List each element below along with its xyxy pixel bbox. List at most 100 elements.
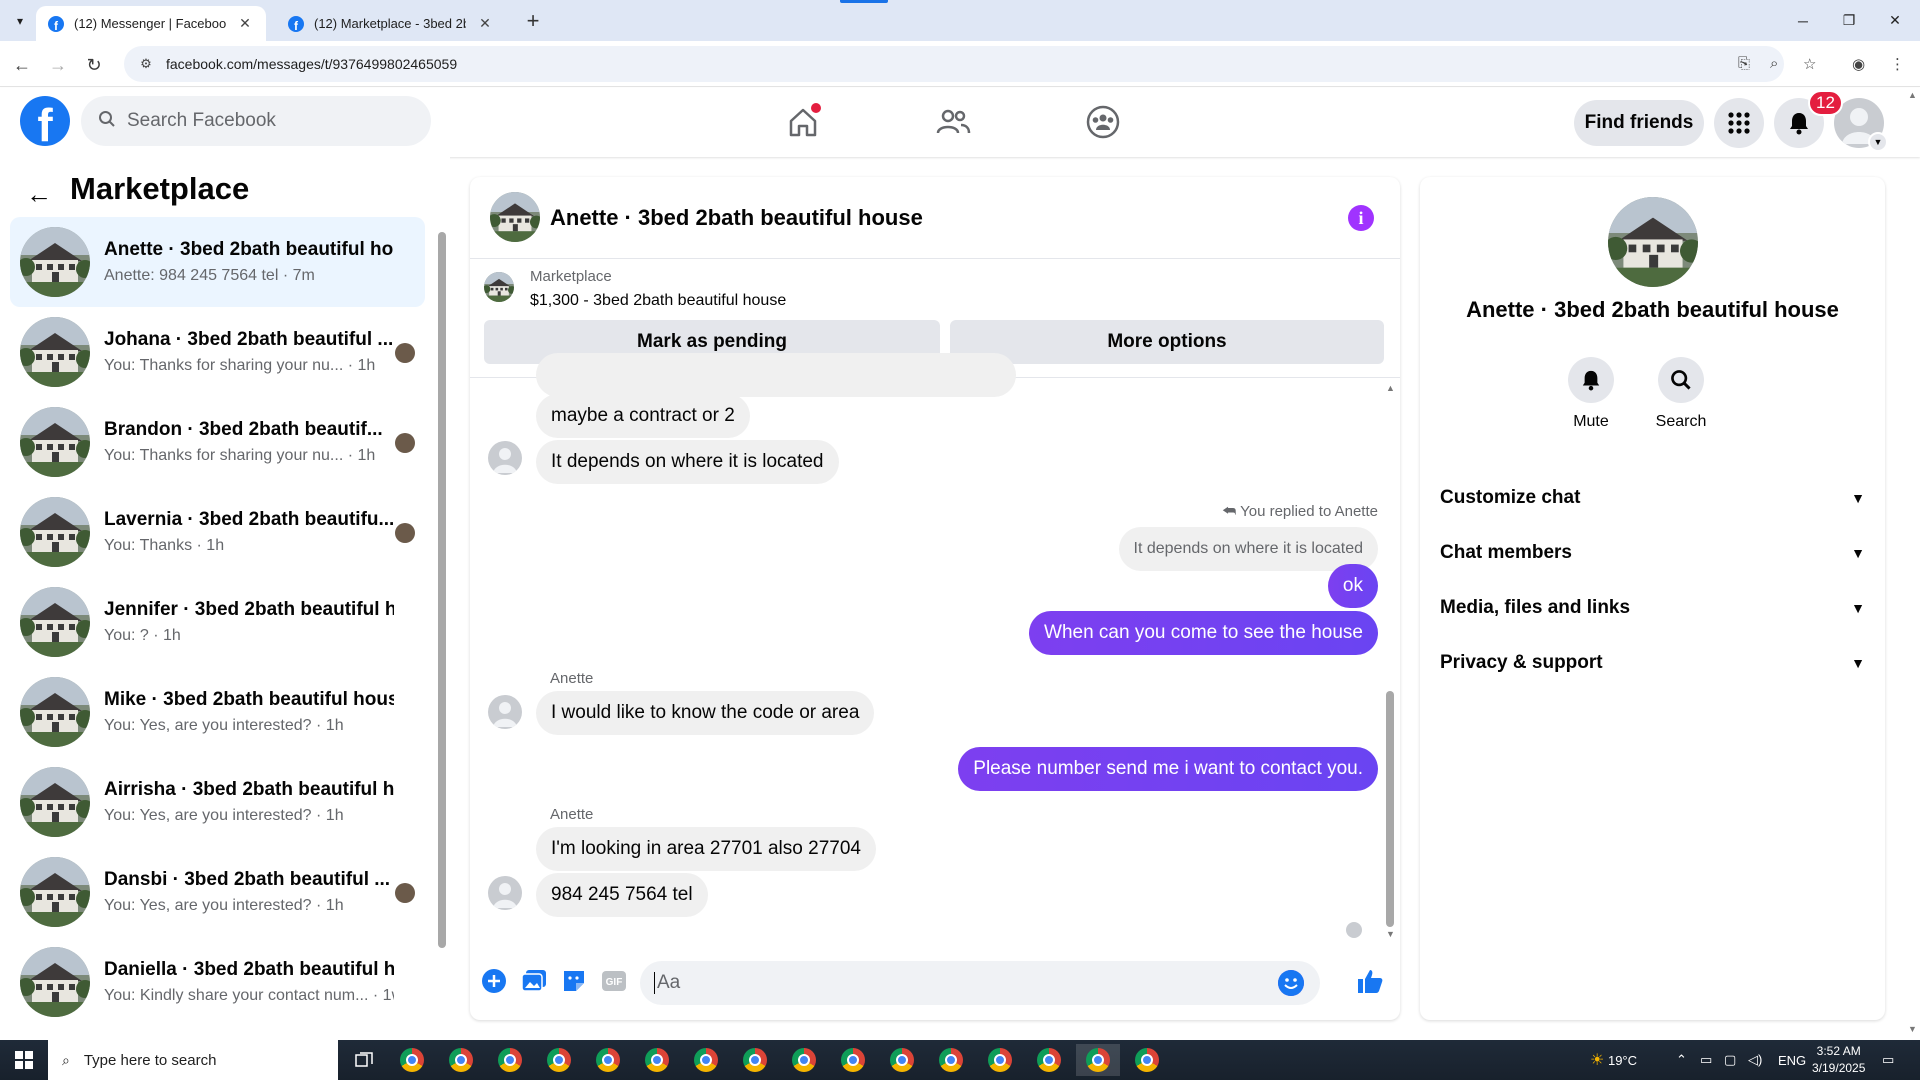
- message-bubble-outgoing[interactable]: ok: [1327, 564, 1378, 608]
- media-files-links-section[interactable]: Media, files and links ▼: [1440, 588, 1865, 628]
- taskbar-search-box[interactable]: ⌕ Type here to search: [48, 1040, 338, 1080]
- message-bubble-incoming[interactable]: maybe a contract or 2: [536, 394, 750, 438]
- notification-center-icon[interactable]: ▭: [1882, 1040, 1894, 1080]
- network-icon[interactable]: ▭: [1700, 1040, 1712, 1080]
- zoom-icon[interactable]: ⌕: [1770, 55, 1778, 72]
- language-indicator[interactable]: ENG: [1778, 1040, 1806, 1080]
- taskbar-chrome-app[interactable]: [1027, 1044, 1071, 1076]
- message-input[interactable]: Aa: [640, 961, 1320, 1005]
- conversation-item[interactable]: Johana · 3bed 2bath beautiful ... You: Th…: [10, 307, 425, 397]
- photo-icon[interactable]: [520, 967, 548, 995]
- conversation-item[interactable]: Mike · 3bed 2bath beautiful house You: Ye…: [10, 667, 425, 757]
- browser-tab-messenger[interactable]: f (12) Messenger | Facebook ✕: [36, 6, 266, 41]
- taskbar-chrome-app[interactable]: [880, 1044, 924, 1076]
- taskbar-chrome-app[interactable]: [684, 1044, 728, 1076]
- close-window-icon[interactable]: ✕: [1872, 0, 1918, 41]
- search-in-chat-button[interactable]: Search: [1641, 357, 1721, 431]
- message-bubble-outgoing[interactable]: Please number send me i want to contact …: [958, 747, 1378, 791]
- conversation-item[interactable]: Jennifer · 3bed 2bath beautiful h... You:…: [10, 577, 425, 667]
- chat-avatar[interactable]: [490, 192, 540, 242]
- bookmark-star-icon[interactable]: ☆: [1803, 55, 1816, 73]
- mute-button[interactable]: Mute: [1551, 357, 1631, 431]
- back-icon[interactable]: ←: [8, 51, 36, 79]
- taskbar-chrome-app[interactable]: [1076, 1044, 1120, 1076]
- sender-avatar[interactable]: [488, 695, 522, 729]
- taskbar-chrome-app[interactable]: [978, 1044, 1022, 1076]
- message-bubble-partial[interactable]: [536, 353, 1016, 397]
- profile-icon[interactable]: ◉: [1852, 55, 1865, 73]
- conversation-item[interactable]: Daniella · 3bed 2bath beautiful h... You:…: [10, 937, 425, 1027]
- facebook-logo[interactable]: f: [20, 96, 70, 146]
- conversation-item[interactable]: Airrisha · 3bed 2bath beautiful h... You:…: [10, 757, 425, 847]
- forward-icon[interactable]: →: [44, 51, 72, 79]
- taskbar-chrome-app[interactable]: [439, 1044, 483, 1076]
- plus-circle-icon[interactable]: [480, 967, 508, 995]
- facebook-search-box[interactable]: Search Facebook: [81, 96, 431, 146]
- listing-price[interactable]: $1,300 - 3bed 2bath beautiful house: [530, 292, 786, 310]
- taskbar-chrome-app[interactable]: [831, 1044, 875, 1076]
- taskbar-chrome-app[interactable]: [635, 1044, 679, 1076]
- privacy-support-section[interactable]: Privacy & support ▼: [1440, 643, 1865, 683]
- listing-thumbnail[interactable]: [484, 272, 514, 302]
- minimize-icon[interactable]: ─: [1780, 0, 1826, 41]
- taskbar-chrome-app[interactable]: [537, 1044, 581, 1076]
- menu-dots-icon[interactable]: ⋮: [1890, 55, 1905, 73]
- friends-nav-button[interactable]: [923, 100, 983, 144]
- back-arrow-icon[interactable]: ←: [26, 179, 52, 210]
- address-bar[interactable]: ⚙ facebook.com/messages/t/93764998024650…: [124, 46, 1784, 82]
- find-friends-button[interactable]: Find friends: [1574, 100, 1704, 146]
- message-bubble-outgoing[interactable]: When can you come to see the house: [1029, 611, 1378, 655]
- emoji-icon[interactable]: [1278, 970, 1304, 996]
- message-bubble-incoming[interactable]: I would like to know the code or area: [536, 691, 875, 735]
- message-bubble-incoming[interactable]: I'm looking in area 27701 also 27704: [536, 827, 876, 871]
- gif-icon[interactable]: GIF: [600, 967, 628, 995]
- taskbar-chrome-app[interactable]: [1125, 1044, 1169, 1076]
- page-scroll-down-icon[interactable]: ▼: [1908, 1024, 1917, 1034]
- weather-widget[interactable]: ☀ 19°C: [1590, 1040, 1637, 1080]
- site-info-icon[interactable]: ⚙: [132, 56, 160, 72]
- sidebar-scrollbar-thumb[interactable]: [438, 232, 446, 948]
- install-app-icon[interactable]: ⎘: [1738, 55, 1750, 72]
- info-icon[interactable]: i: [1348, 205, 1374, 231]
- display-icon[interactable]: ▢: [1724, 1040, 1736, 1080]
- task-view-icon[interactable]: [342, 1044, 386, 1076]
- new-tab-button[interactable]: +: [520, 8, 546, 34]
- chat-members-section[interactable]: Chat members ▼: [1440, 533, 1865, 573]
- contact-avatar[interactable]: [1608, 197, 1698, 287]
- more-options-button[interactable]: More options: [950, 320, 1384, 364]
- home-nav-button[interactable]: [773, 100, 833, 144]
- groups-nav-button[interactable]: [1073, 100, 1133, 144]
- taskbar-chrome-app[interactable]: [782, 1044, 826, 1076]
- sender-avatar[interactable]: [488, 441, 522, 475]
- sender-avatar[interactable]: [488, 876, 522, 910]
- conversation-item[interactable]: Brandon · 3bed 2bath beautif... You: Than…: [10, 397, 425, 487]
- conversation-item[interactable]: Dansbi · 3bed 2bath beautiful ... You: Ye…: [10, 847, 425, 937]
- chat-scroll-up-icon[interactable]: ▲: [1386, 383, 1395, 393]
- tab-close-icon[interactable]: ✕: [476, 15, 494, 32]
- chat-scroll-down-icon[interactable]: ▼: [1386, 929, 1395, 939]
- conversation-item[interactable]: Lavernia · 3bed 2bath beautifu... You: Th…: [10, 487, 425, 577]
- taskbar-chrome-app[interactable]: [586, 1044, 630, 1076]
- browser-tab-marketplace[interactable]: f (12) Marketplace - 3bed 2bath b ✕: [276, 6, 506, 41]
- tab-close-icon[interactable]: ✕: [236, 15, 254, 32]
- taskbar-chrome-app[interactable]: [733, 1044, 777, 1076]
- windows-start-icon[interactable]: [0, 1040, 48, 1080]
- taskbar-chrome-app[interactable]: [488, 1044, 532, 1076]
- conversation-item[interactable]: Anette · 3bed 2bath beautiful ho... Anett…: [10, 217, 425, 307]
- taskbar-chrome-app[interactable]: [390, 1044, 434, 1076]
- restore-icon[interactable]: ❐: [1826, 0, 1872, 41]
- chat-title[interactable]: Anette · 3bed 2bath beautiful house: [550, 205, 923, 231]
- message-bubble-incoming[interactable]: 984 245 7564 tel: [536, 873, 708, 917]
- account-chevron-down-icon[interactable]: ▼: [1868, 132, 1888, 152]
- thumbs-up-icon[interactable]: [1356, 967, 1384, 995]
- quoted-message[interactable]: It depends on where it is located: [1118, 527, 1378, 571]
- message-bubble-incoming[interactable]: It depends on where it is located: [536, 440, 839, 484]
- volume-icon[interactable]: ◁): [1748, 1040, 1762, 1080]
- sticker-icon[interactable]: [560, 967, 588, 995]
- menu-grid-button[interactable]: [1714, 98, 1764, 148]
- clock[interactable]: 3:52 AM 3/19/2025: [1812, 1040, 1865, 1080]
- taskbar-chrome-app[interactable]: [929, 1044, 973, 1076]
- chat-scrollbar-thumb[interactable]: [1386, 691, 1394, 927]
- tab-search-button[interactable]: ▾: [8, 9, 32, 33]
- reload-icon[interactable]: ↻: [80, 51, 108, 79]
